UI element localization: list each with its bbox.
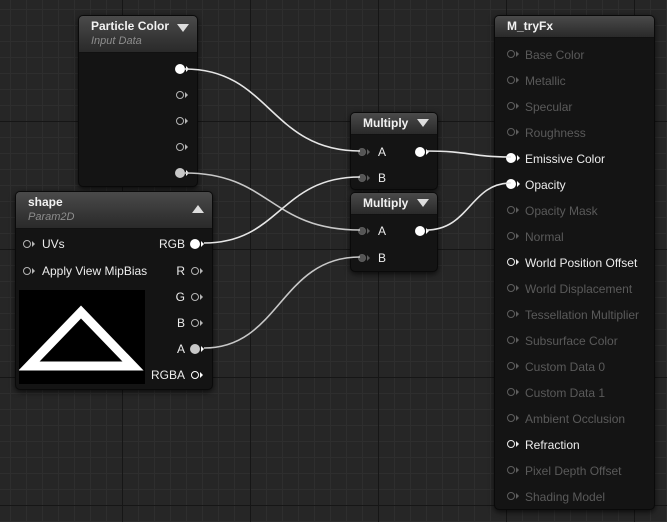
- wire-particle-color-to-multiply1-a: [184, 68, 361, 152]
- multiply-1-header[interactable]: Multiply: [351, 113, 437, 135]
- material-input-label: Metallic: [525, 74, 566, 88]
- collapse-arrow-icon[interactable]: [417, 199, 429, 207]
- material-header[interactable]: M_tryFx: [495, 16, 654, 38]
- material-input-label: Pixel Depth Offset: [525, 464, 622, 478]
- material-title: M_tryFx: [507, 19, 554, 33]
- material-input-label: Custom Data 0: [525, 360, 606, 374]
- material-input-label: Emissive Color: [525, 152, 606, 166]
- material-input-label: Shading Model: [525, 490, 606, 504]
- output-label-rgb: RGB: [158, 237, 185, 251]
- material-input-label: Tessellation Multiplier: [525, 308, 640, 322]
- material-input-label: Custom Data 1: [525, 386, 606, 400]
- shape-texture-node[interactable]: shape Param2D UVs Apply View MipBias RGB…: [15, 191, 213, 390]
- input-label-b: B: [378, 251, 387, 265]
- node-title: Multiply: [363, 116, 409, 130]
- collapse-arrow-icon[interactable]: [177, 24, 189, 32]
- triangle-shape-preview: [18, 305, 144, 371]
- material-output-node[interactable]: M_tryFx Base Color Metallic Specular Roughn…: [494, 15, 655, 510]
- material-input-label: Roughness: [525, 126, 586, 140]
- input-label-a: A: [378, 145, 387, 159]
- node-subtitle: Input Data: [91, 35, 142, 47]
- output-label-r: R: [176, 264, 185, 278]
- node-title: Multiply: [363, 196, 409, 210]
- material-input-label: Subsurface Color: [525, 334, 618, 348]
- node-title: Particle Color: [91, 19, 170, 33]
- output-label-b: B: [176, 316, 185, 330]
- texture-preview: [18, 290, 145, 384]
- wire-shape-a-to-multiply2-b: [203, 256, 361, 349]
- material-input-label: World Position Offset: [525, 256, 638, 270]
- expand-arrow-icon[interactable]: [192, 205, 204, 213]
- output-label-a: A: [176, 342, 185, 356]
- shape-header[interactable]: shape Param2D: [16, 192, 212, 229]
- particle-color-header[interactable]: Particle Color Input Data: [79, 16, 197, 53]
- input-label-a: A: [378, 224, 387, 238]
- wire-shape-rgb-to-multiply1-b: [203, 176, 361, 244]
- material-input-label: World Displacement: [525, 282, 633, 296]
- multiply-node-1[interactable]: Multiply A B: [350, 112, 438, 190]
- material-input-label: Opacity Mask: [525, 204, 598, 218]
- collapse-arrow-icon[interactable]: [417, 119, 429, 127]
- multiply-node-2[interactable]: Multiply A B: [350, 192, 438, 272]
- material-input-label: Ambient Occlusion: [525, 412, 626, 426]
- material-input-label: Normal: [525, 230, 564, 244]
- particle-color-node[interactable]: Particle Color Input Data: [78, 15, 198, 187]
- material-input-label: Base Color: [525, 48, 585, 62]
- output-label-rgba: RGBA: [150, 368, 185, 382]
- node-subtitle: Param2D: [28, 211, 75, 223]
- output-label-g: G: [175, 290, 185, 304]
- input-label-uvs: UVs: [42, 237, 65, 251]
- material-input-label: Opacity: [525, 178, 566, 192]
- input-label-b: B: [378, 171, 387, 185]
- multiply-2-header[interactable]: Multiply: [351, 193, 437, 215]
- input-label-apply-view-mipbias: Apply View MipBias: [42, 264, 148, 278]
- material-input-label: Refraction: [525, 438, 580, 452]
- material-input-label: Specular: [525, 100, 573, 114]
- node-title: shape: [28, 195, 63, 209]
